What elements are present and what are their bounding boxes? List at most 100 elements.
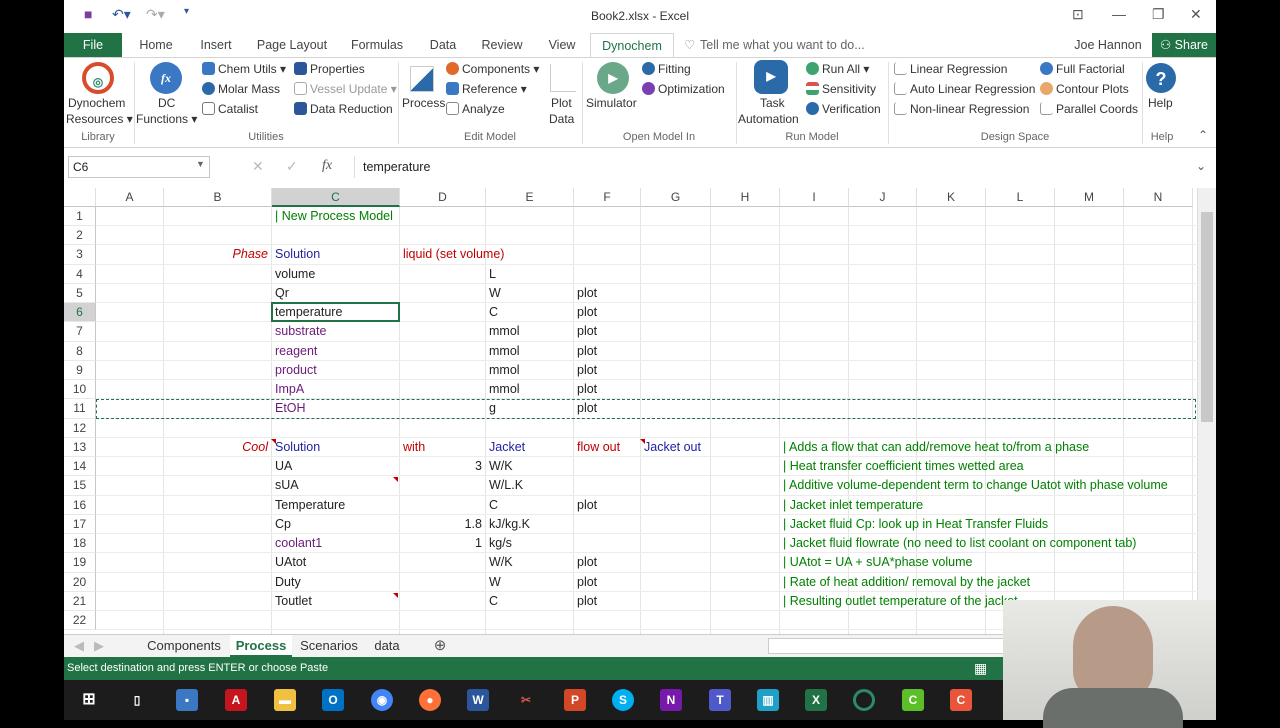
molar-mass-button[interactable]: Molar Mass bbox=[202, 82, 280, 96]
row-header-19[interactable]: 19 bbox=[64, 553, 96, 573]
column-header-C[interactable]: C bbox=[272, 188, 400, 207]
enter-icon[interactable]: ✓ bbox=[286, 158, 298, 175]
contour-plots-button[interactable]: Contour Plots bbox=[1040, 82, 1129, 96]
horizontal-scrollbar[interactable] bbox=[768, 638, 1008, 654]
cell-D17[interactable]: 1.8 bbox=[400, 515, 482, 534]
tab-view[interactable]: View bbox=[540, 33, 584, 58]
skype-icon[interactable]: S bbox=[612, 689, 634, 711]
tab-data[interactable]: Data bbox=[422, 33, 464, 58]
tab-formulas[interactable]: Formulas bbox=[344, 33, 410, 58]
expand-formula-bar-icon[interactable]: ⌄ bbox=[1196, 159, 1206, 173]
parallel-coords-button[interactable]: Parallel Coords bbox=[1040, 102, 1138, 116]
cell-E14[interactable]: W/K bbox=[489, 457, 513, 476]
cell-C8[interactable]: reagent bbox=[275, 342, 317, 361]
cell-E15[interactable]: W/L.K bbox=[489, 476, 523, 495]
restore-icon[interactable]: ❐ bbox=[1152, 6, 1165, 23]
tab-home[interactable]: Home bbox=[130, 33, 182, 58]
selected-cell-C6[interactable] bbox=[271, 302, 400, 323]
cell-F7[interactable]: plot bbox=[577, 322, 597, 341]
cell-F9[interactable]: plot bbox=[577, 361, 597, 380]
share-button[interactable]: ⚇ Share bbox=[1152, 33, 1216, 58]
name-box-dropdown-icon[interactable]: ▼ bbox=[196, 159, 205, 169]
file-explorer-icon[interactable]: ▬ bbox=[274, 689, 296, 711]
column-header-L[interactable]: L bbox=[986, 188, 1055, 207]
row-header-9[interactable]: 9 bbox=[64, 360, 96, 381]
word-icon[interactable]: W bbox=[467, 689, 489, 711]
column-header-I[interactable]: I bbox=[780, 188, 849, 207]
windows-start-icon[interactable]: ⊞ bbox=[78, 689, 100, 711]
comment-indicator-icon[interactable] bbox=[271, 438, 276, 444]
column-header-H[interactable]: H bbox=[711, 188, 780, 207]
cell-C17[interactable]: Cp bbox=[275, 515, 291, 534]
normal-view-icon[interactable]: ▦ bbox=[974, 657, 987, 679]
cell-D13[interactable]: with bbox=[403, 438, 425, 457]
insert-function-icon[interactable]: fx bbox=[322, 158, 332, 174]
row-header-4[interactable]: 4 bbox=[64, 264, 96, 284]
chem-utils-button[interactable]: Chem Utils ▾ bbox=[202, 62, 286, 76]
column-header-A[interactable]: A bbox=[96, 188, 164, 207]
cell-F6[interactable]: plot bbox=[577, 303, 597, 322]
cell-I15[interactable]: | Additive volume-dependent term to chan… bbox=[783, 476, 1168, 495]
onenote-icon[interactable]: N bbox=[660, 689, 682, 711]
firefox-icon[interactable]: ● bbox=[419, 689, 441, 711]
row-header-8[interactable]: 8 bbox=[64, 341, 96, 361]
row-header-21[interactable]: 21 bbox=[64, 591, 96, 612]
cell-C20[interactable]: Duty bbox=[275, 573, 301, 592]
row-header-5[interactable]: 5 bbox=[64, 283, 96, 304]
row-header-16[interactable]: 16 bbox=[64, 495, 96, 515]
cell-C10[interactable]: ImpA bbox=[275, 380, 304, 399]
outlook-icon[interactable]: O bbox=[322, 689, 344, 711]
cell-E9[interactable]: mmol bbox=[489, 361, 520, 380]
cell-I17[interactable]: | Jacket fluid Cp: look up in Heat Trans… bbox=[783, 515, 1048, 534]
acrobat-icon[interactable]: A bbox=[225, 689, 247, 711]
camtasia-green-icon[interactable]: C bbox=[902, 689, 924, 711]
cell-C7[interactable]: substrate bbox=[275, 322, 326, 341]
collapse-ribbon-icon[interactable]: ⌃ bbox=[1198, 128, 1208, 142]
sheet-tab-data[interactable]: data bbox=[366, 635, 408, 657]
row-header-11[interactable]: 11 bbox=[64, 399, 96, 419]
cell-E10[interactable]: mmol bbox=[489, 380, 520, 399]
sheet-nav-next-icon[interactable]: ▶ bbox=[94, 635, 104, 657]
reference-button[interactable]: Reference ▾ bbox=[446, 82, 527, 96]
close-icon[interactable]: ✕ bbox=[1190, 6, 1202, 23]
cell-E7[interactable]: mmol bbox=[489, 322, 520, 341]
cell-G13[interactable]: Jacket out bbox=[644, 438, 701, 457]
cell-I21[interactable]: | Resulting outlet temperature of the ja… bbox=[783, 592, 1018, 611]
select-all-corner[interactable] bbox=[64, 188, 96, 207]
comment-indicator-icon[interactable] bbox=[640, 438, 645, 444]
dynochem-taskbar-icon[interactable] bbox=[853, 689, 875, 711]
row-header-14[interactable]: 14 bbox=[64, 457, 96, 477]
cell-E17[interactable]: kJ/kg.K bbox=[489, 515, 530, 534]
add-sheet-icon[interactable]: ⊕ bbox=[430, 635, 450, 657]
full-factorial-button[interactable]: Full Factorial bbox=[1040, 62, 1125, 76]
verification-button[interactable]: Verification bbox=[806, 102, 881, 116]
vessel-update-button[interactable]: Vessel Update ▾ bbox=[294, 82, 397, 96]
name-box[interactable]: C6 bbox=[68, 156, 210, 178]
minimize-icon[interactable]: — bbox=[1112, 6, 1126, 22]
fitting-button[interactable]: Fitting bbox=[642, 62, 691, 76]
spreadsheet-grid[interactable]: A B C D E F G H I J K L M N 1 2 3 4 5 6 7 8 9 10 11 12 13 14 15 16 17 1… bbox=[64, 188, 1197, 634]
row-header-17[interactable]: 17 bbox=[64, 514, 96, 535]
tab-dynochem[interactable]: Dynochem bbox=[590, 33, 674, 58]
row-header-6[interactable]: 6 bbox=[64, 303, 96, 323]
cell-C13[interactable]: Solution bbox=[275, 438, 320, 457]
sheet-nav-prev-icon[interactable]: ◀ bbox=[74, 635, 84, 657]
cell-I13[interactable]: | Adds a flow that can add/remove heat t… bbox=[783, 438, 1089, 457]
teams-icon[interactable]: T bbox=[709, 689, 731, 711]
run-all-button[interactable]: Run All ▾ bbox=[806, 62, 869, 76]
cell-C15[interactable]: sUA bbox=[275, 476, 299, 495]
cell-E16[interactable]: C bbox=[489, 496, 498, 515]
formula-input[interactable]: temperature bbox=[354, 156, 1216, 178]
row-header-1[interactable]: 1 bbox=[64, 207, 96, 227]
row-header-12[interactable]: 12 bbox=[64, 418, 96, 438]
cell-I20[interactable]: | Rate of heat addition/ removal by the … bbox=[783, 573, 1030, 592]
cell-D3[interactable]: liquid (set volume) bbox=[403, 245, 504, 264]
cell-E6[interactable]: C bbox=[489, 303, 498, 322]
cell-I18[interactable]: | Jacket fluid flowrate (no need to list… bbox=[783, 534, 1136, 553]
scroll-thumb[interactable] bbox=[1201, 212, 1213, 422]
cell-E19[interactable]: W/K bbox=[489, 553, 513, 572]
comment-indicator-icon[interactable] bbox=[393, 592, 398, 598]
column-header-D[interactable]: D bbox=[400, 188, 486, 207]
cell-C14[interactable]: UA bbox=[275, 457, 292, 476]
cell-F16[interactable]: plot bbox=[577, 496, 597, 515]
